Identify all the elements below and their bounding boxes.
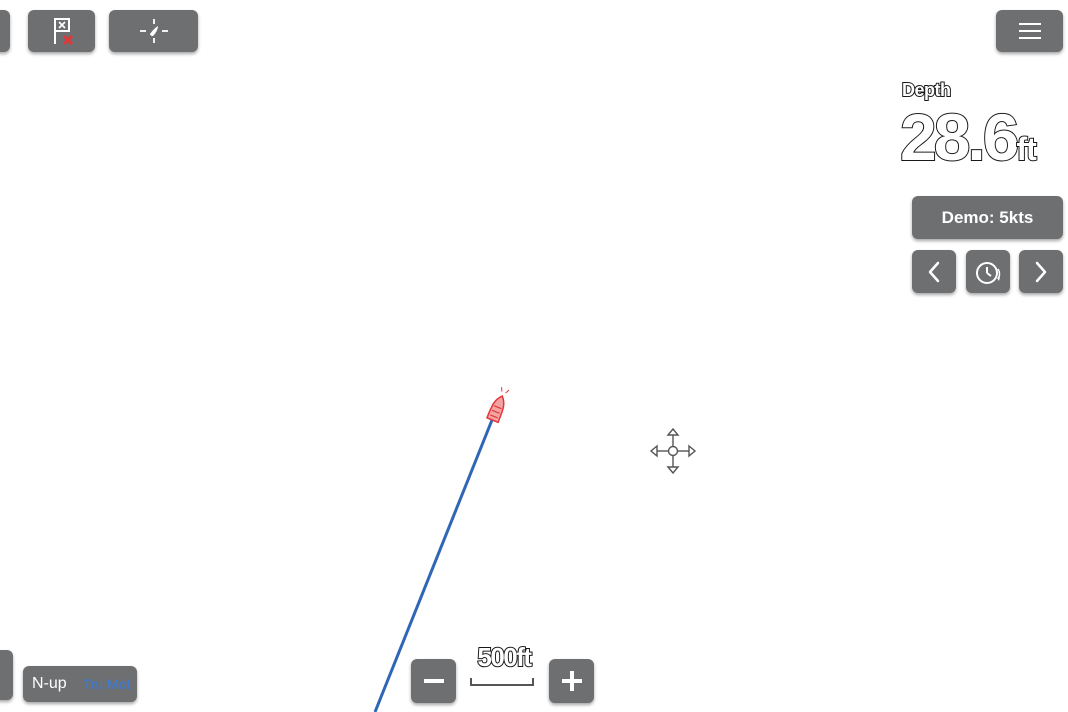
orientation-mode-button[interactable]: N-up Tru Mot bbox=[23, 666, 137, 702]
minus-icon bbox=[423, 679, 444, 683]
left-edge-bottom-button[interactable] bbox=[0, 650, 13, 700]
depth-value: 28.6 bbox=[899, 100, 1020, 174]
hamburger-menu-icon bbox=[1018, 23, 1041, 39]
chart-app: Depth 28.6ft Demo: 5kts N-up Tru Mot 500 bbox=[0, 0, 1068, 712]
demo-speed-button[interactable]: Demo: 5kts bbox=[912, 196, 1063, 239]
simulator-speed-button[interactable] bbox=[966, 250, 1010, 293]
chart-scale-bar bbox=[470, 678, 534, 686]
simulator-next-button[interactable] bbox=[1019, 250, 1063, 293]
crosshair-icon bbox=[139, 19, 168, 43]
depth-unit: ft bbox=[1015, 130, 1037, 168]
left-edge-button[interactable] bbox=[0, 10, 10, 52]
zoom-in-button[interactable] bbox=[549, 659, 594, 703]
motion-mode: Tru Mot bbox=[82, 676, 131, 692]
move-cursor-icon bbox=[649, 427, 697, 475]
find-ship-button[interactable] bbox=[109, 10, 198, 52]
flag-x-icon bbox=[53, 18, 73, 46]
chevron-right-icon bbox=[1035, 261, 1047, 282]
simulator-prev-button[interactable] bbox=[912, 250, 956, 293]
menu-button[interactable] bbox=[996, 10, 1063, 52]
waypoint-button[interactable] bbox=[28, 10, 95, 52]
chart-scale-label: 500ft bbox=[476, 642, 533, 672]
chevron-left-icon bbox=[928, 261, 940, 282]
zoom-out-button[interactable] bbox=[411, 659, 456, 703]
stopwatch-icon bbox=[976, 261, 1001, 284]
depth-readout: 28.6ft bbox=[899, 100, 1038, 184]
orientation-mode: N-up bbox=[32, 675, 67, 692]
plus-icon bbox=[561, 671, 582, 691]
depth-label: Depth bbox=[901, 79, 952, 101]
vessel-boat-icon bbox=[485, 387, 510, 424]
